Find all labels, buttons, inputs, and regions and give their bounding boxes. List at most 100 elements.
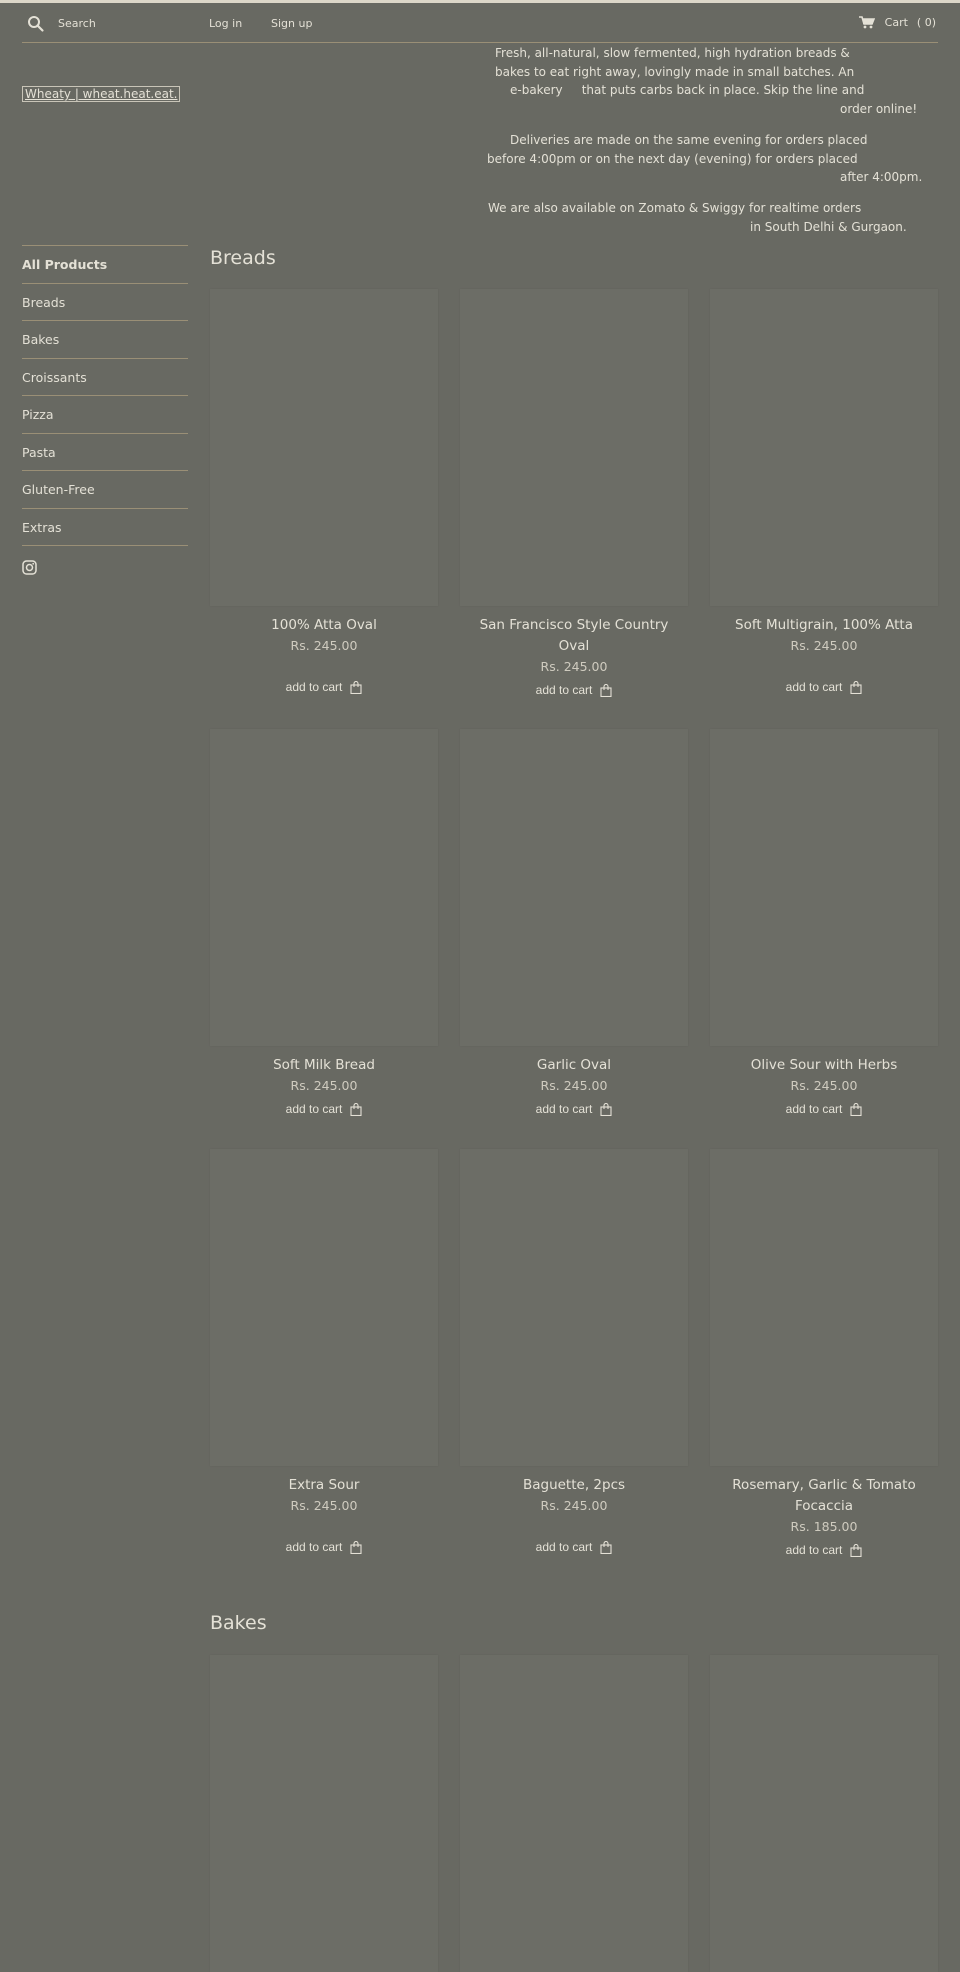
sidebar-item-pizza[interactable]: Pizza [22, 395, 188, 433]
product-price: Rs. 245.00 [290, 1498, 358, 1513]
product-name[interactable]: Extra Sour [210, 1475, 438, 1496]
intro-line: We are also available on Zomato & Swiggy… [488, 200, 862, 215]
product-image[interactable] [460, 1655, 688, 1972]
product-price: Rs. 245.00 [540, 659, 608, 674]
product-card [210, 1655, 438, 1972]
product-name[interactable]: 100% Atta Oval [210, 615, 438, 636]
product-image[interactable] [460, 729, 688, 1046]
sidebar-item-gluten-free[interactable]: Gluten-Free [22, 470, 188, 508]
add-to-cart-label: add to cart [785, 1543, 843, 1557]
shopping-bag-icon [350, 1540, 362, 1554]
intro-line: order online! [840, 102, 918, 117]
intro-text: Fresh, all-natural, slow fermented, high… [480, 44, 930, 248]
product-name[interactable]: San Francisco Style Country Oval [460, 615, 688, 657]
add-to-cart-button[interactable]: add to cart [786, 1102, 863, 1116]
intro-line: before 4:00pm or on the next day (evenin… [487, 151, 858, 166]
product-image[interactable] [710, 289, 938, 606]
intro-line: bakes to eat right away, lovingly made i… [495, 64, 855, 79]
product-image[interactable] [460, 1149, 688, 1466]
add-to-cart-button[interactable]: add to cart [286, 1540, 363, 1554]
product-name[interactable]: Garlic Oval [460, 1055, 688, 1076]
shopping-bag-icon [600, 1102, 612, 1116]
product-name[interactable]: Baguette, 2pcs [460, 1475, 688, 1496]
add-to-cart-label: add to cart [535, 1540, 593, 1554]
section-title-bakes: Bakes [210, 1612, 267, 1634]
sidebar-item-bakes[interactable]: Bakes [22, 320, 188, 358]
sidebar-item-pasta[interactable]: Pasta [22, 432, 188, 471]
cart-label: Cart [884, 16, 908, 29]
sidebar-item-extras[interactable]: Extras [22, 507, 188, 546]
product-image[interactable] [210, 1149, 438, 1466]
add-to-cart-label: add to cart [285, 1102, 343, 1116]
product-image[interactable] [460, 289, 688, 606]
product-card: San Francisco Style Country Oval Rs. 245… [460, 289, 688, 698]
intro-line: e-bakery that puts carbs back in place. … [510, 83, 865, 98]
shopping-bag-icon [850, 1102, 862, 1116]
add-to-cart-button[interactable]: add to cart [536, 1540, 613, 1554]
shopping-bag-icon [350, 680, 362, 694]
shopping-bag-icon [850, 680, 862, 694]
add-to-cart-label: add to cart [285, 680, 343, 694]
product-image[interactable] [210, 729, 438, 1046]
product-image[interactable] [210, 289, 438, 606]
cart-link[interactable]: Cart ( 0) [858, 16, 936, 29]
intro-line: Fresh, all-natural, slow fermented, high… [495, 46, 850, 60]
product-price: Rs. 185.00 [790, 1519, 858, 1534]
sidebar-item-all-products[interactable]: All Products [22, 245, 188, 283]
product-card: Soft Milk Bread Rs. 245.00 add to cart [210, 729, 438, 1117]
product-card: Baguette, 2pcs Rs. 245.00 add to cart [460, 1149, 688, 1555]
product-name[interactable]: Olive Sour with Herbs [710, 1055, 938, 1076]
product-price: Rs. 245.00 [540, 1078, 608, 1093]
product-card: Soft Multigrain, 100% Atta Rs. 245.00 ad… [710, 289, 938, 695]
search-input[interactable] [58, 12, 188, 34]
product-card: Extra Sour Rs. 245.00 add to cart [210, 1149, 438, 1555]
instagram-icon[interactable] [22, 560, 37, 575]
add-to-cart-label: add to cart [535, 683, 593, 697]
product-price: Rs. 245.00 [290, 1078, 358, 1093]
product-card: Rosemary, Garlic & Tomato Focaccia Rs. 1… [710, 1149, 938, 1558]
product-card: 100% Atta Oval Rs. 245.00 add to cart [210, 289, 438, 695]
product-name[interactable]: Soft Milk Bread [210, 1055, 438, 1076]
signup-link[interactable]: Sign up [271, 17, 312, 30]
cart-count: ( 0) [916, 16, 936, 29]
add-to-cart-button[interactable]: add to cart [536, 1102, 613, 1116]
shopping-bag-icon [350, 1102, 362, 1116]
intro-line: Deliveries are made on the same evening … [510, 132, 868, 147]
intro-line: after 4:00pm. [840, 170, 923, 185]
search-icon[interactable] [27, 15, 45, 33]
product-image[interactable] [210, 1655, 438, 1972]
login-link[interactable]: Log in [209, 17, 242, 30]
intro-paragraph-1: Fresh, all-natural, slow fermented, high… [480, 44, 930, 119]
cart-icon [858, 16, 875, 29]
intro-line: in South Delhi & Gurgaon. [750, 219, 907, 234]
add-to-cart-label: add to cart [535, 1102, 593, 1116]
add-to-cart-button[interactable]: add to cart [786, 1543, 863, 1557]
add-to-cart-button[interactable]: add to cart [286, 680, 363, 694]
shopping-bag-icon [600, 683, 612, 697]
product-card: Garlic Oval Rs. 245.00 add to cart [460, 729, 688, 1117]
site-logo[interactable]: Wheaty | wheat.heat.eat. [22, 86, 181, 102]
shopping-bag-icon [850, 1543, 862, 1557]
product-image[interactable] [710, 1149, 938, 1466]
sidebar-nav: All Products Breads Bakes Croissants Piz… [22, 245, 188, 575]
site-header: Log in Sign up Cart ( 0) [22, 3, 938, 43]
product-name[interactable]: Soft Multigrain, 100% Atta [710, 615, 938, 636]
add-to-cart-label: add to cart [785, 1102, 843, 1116]
intro-paragraph-3: We are also available on Zomato & Swiggy… [480, 199, 930, 236]
product-image[interactable] [710, 1655, 938, 1972]
sidebar-item-croissants[interactable]: Croissants [22, 357, 188, 396]
sidebar-item-breads[interactable]: Breads [22, 282, 188, 321]
product-price: Rs. 245.00 [290, 638, 358, 653]
add-to-cart-button[interactable]: add to cart [286, 1102, 363, 1116]
product-image[interactable] [710, 729, 938, 1046]
product-card [710, 1655, 938, 1972]
product-name[interactable]: Rosemary, Garlic & Tomato Focaccia [710, 1475, 938, 1517]
shopping-bag-icon [600, 1540, 612, 1554]
product-price: Rs. 245.00 [790, 1078, 858, 1093]
product-card: Olive Sour with Herbs Rs. 245.00 add to … [710, 729, 938, 1117]
add-to-cart-button[interactable]: add to cart [536, 683, 613, 697]
intro-paragraph-2: Deliveries are made on the same evening … [480, 131, 930, 187]
product-card [460, 1655, 688, 1972]
product-price: Rs. 245.00 [790, 638, 858, 653]
add-to-cart-button[interactable]: add to cart [786, 680, 863, 694]
